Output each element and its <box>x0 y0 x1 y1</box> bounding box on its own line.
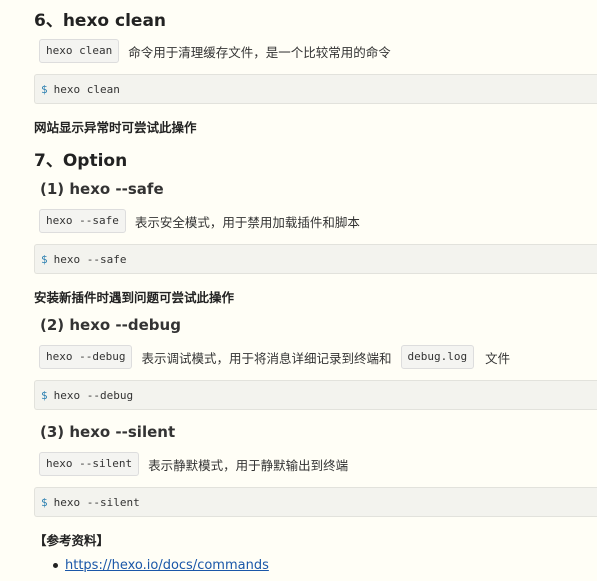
references-title: 【参考资料】 <box>34 533 110 548</box>
clean-note: 网站显示异常时可尝试此操作 <box>34 120 197 135</box>
debug-description-tail: 文件 <box>485 350 511 366</box>
safe-note: 安装新插件时遇到问题可尝试此操作 <box>34 290 235 305</box>
bullet-dot <box>53 563 58 568</box>
reference-list-item: https://hexo.io/docs/commands <box>53 558 269 573</box>
inline-code-hexo-safe: hexo --safe <box>39 209 126 233</box>
code-command: hexo --silent <box>53 495 140 509</box>
inline-code-debug-log: debug.log <box>400 345 475 369</box>
silent-description: 表示静默模式，用于静默输出到终端 <box>148 457 349 473</box>
paragraph-debug-desc: hexo --debug 表示调试模式，用于将消息详细记录到终端和 debug.… <box>39 345 510 369</box>
safe-description: 表示安全模式，用于禁用加载插件和脚本 <box>134 214 360 230</box>
prompt-symbol: $ <box>41 252 48 266</box>
inline-code-hexo-silent: hexo --silent <box>39 452 140 476</box>
subheading-debug: (2) hexo --debug <box>40 316 181 334</box>
inline-code-hexo-debug: hexo --debug <box>39 345 133 369</box>
code-command: hexo clean <box>53 82 120 96</box>
paragraph-clean-desc: hexo clean 命令用于清理缓存文件，是一个比较常用的命令 <box>39 39 400 63</box>
paragraph-silent-desc: hexo --silent 表示静默模式，用于静默输出到终端 <box>39 452 357 476</box>
debug-description: 表示调试模式，用于将消息详细记录到终端和 <box>141 350 392 366</box>
subheading-silent: (3) hexo --silent <box>40 423 176 441</box>
code-block-clean[interactable]: $ hexo clean <box>34 74 597 104</box>
code-block-silent[interactable]: $ hexo --silent <box>34 487 597 517</box>
code-block-debug[interactable]: $ hexo --debug <box>34 380 597 410</box>
clean-description: 命令用于清理缓存文件，是一个比较常用的命令 <box>128 44 391 60</box>
reference-link-hexo-commands[interactable]: https://hexo.io/docs/commands <box>65 558 269 573</box>
section-heading-clean: 6、hexo clean <box>34 11 167 31</box>
inline-code-hexo-clean: hexo clean <box>39 39 120 63</box>
subheading-safe: (1) hexo --safe <box>40 180 164 198</box>
prompt-symbol: $ <box>41 82 48 96</box>
code-command: hexo --debug <box>53 388 134 402</box>
paragraph-safe-desc: hexo --safe 表示安全模式，用于禁用加载插件和脚本 <box>39 209 369 233</box>
prompt-symbol: $ <box>41 495 48 509</box>
code-command: hexo --safe <box>53 252 127 266</box>
prompt-symbol: $ <box>41 388 48 402</box>
section-heading-option: 7、Option <box>34 151 128 171</box>
code-block-safe[interactable]: $ hexo --safe <box>34 244 597 274</box>
